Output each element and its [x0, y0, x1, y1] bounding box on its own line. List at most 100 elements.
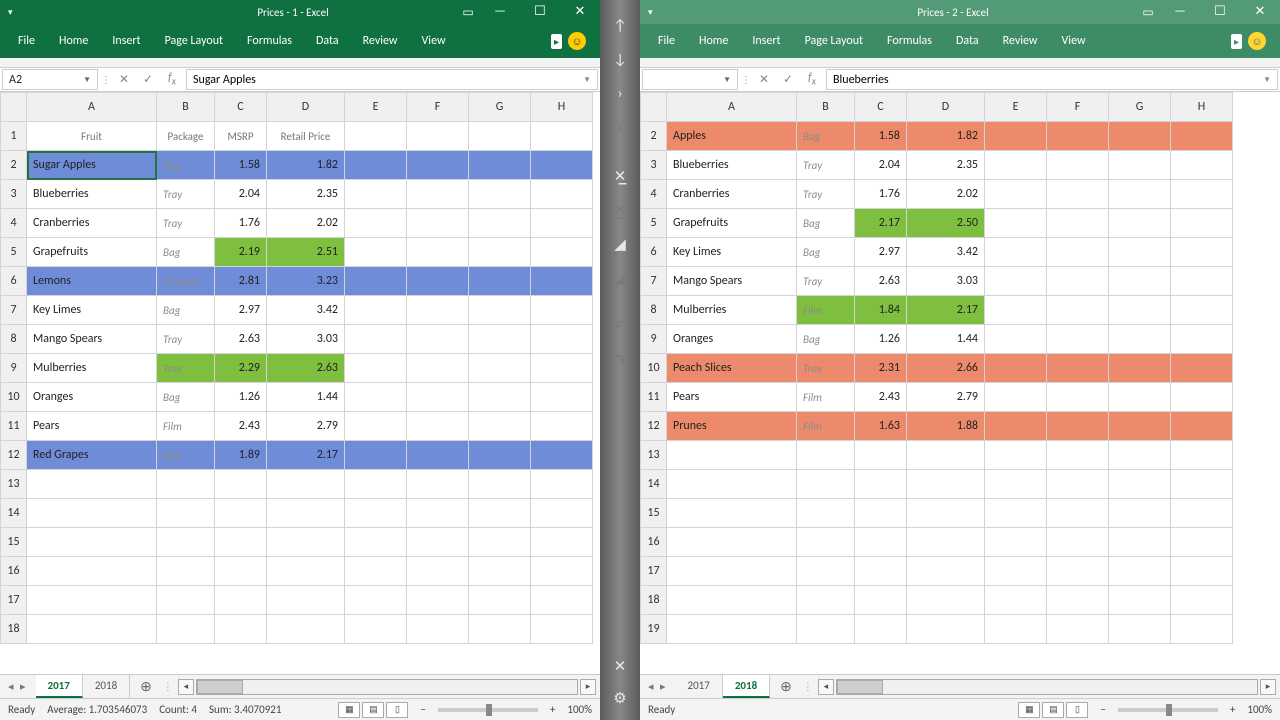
row-header-1[interactable]: 1	[1, 122, 27, 151]
cell-H18[interactable]	[1171, 586, 1233, 615]
row-header-16[interactable]: 16	[641, 528, 667, 557]
feedback-icon[interactable]: ☺	[568, 32, 586, 50]
cell-F7[interactable]	[407, 296, 469, 325]
cell-B16[interactable]	[797, 528, 855, 557]
cell-D11[interactable]: 2.79	[267, 412, 345, 441]
cell-C2[interactable]: 1.58	[215, 151, 267, 180]
ribbon-tab-view[interactable]: View	[1050, 26, 1098, 56]
name-box[interactable]: A2▼	[2, 69, 98, 90]
cell-A15[interactable]	[27, 528, 157, 557]
formula-input[interactable]: Blueberries▼	[826, 69, 1278, 90]
cell-D2[interactable]: 1.82	[267, 151, 345, 180]
cell-H7[interactable]	[531, 296, 593, 325]
ribbon-tab-insert[interactable]: Insert	[100, 26, 152, 56]
cell-F9[interactable]	[1047, 325, 1109, 354]
cell-B17[interactable]	[797, 557, 855, 586]
scroll-right-icon[interactable]: ▸	[1260, 679, 1276, 695]
cell-A6[interactable]: Lemons	[27, 267, 157, 296]
cell-E17[interactable]	[985, 557, 1047, 586]
row-header-19[interactable]: 19	[641, 615, 667, 644]
cell-B13[interactable]	[157, 470, 215, 499]
qat-customize-icon[interactable]: ▾	[648, 7, 653, 18]
cell-A10[interactable]: Oranges	[27, 383, 157, 412]
cell-B6[interactable]: Wrapper	[157, 267, 215, 296]
cell-G3[interactable]	[469, 180, 531, 209]
chevron-down-icon[interactable]: ▼	[723, 75, 731, 85]
cell-D14[interactable]	[267, 499, 345, 528]
horizontal-scrollbar[interactable]: ◂ ▸	[814, 679, 1280, 695]
cell-A16[interactable]	[667, 528, 797, 557]
cell-C8[interactable]: 2.63	[215, 325, 267, 354]
column-header-A[interactable]: A	[27, 93, 157, 122]
cell-E3[interactable]	[345, 180, 407, 209]
header-cell-E[interactable]	[345, 122, 407, 151]
view-mode-buttons[interactable]: ▦ ▤ ▯	[338, 702, 408, 718]
cell-E12[interactable]	[985, 412, 1047, 441]
cell-E14[interactable]	[345, 499, 407, 528]
page-layout-icon[interactable]: ▤	[1042, 702, 1064, 718]
ribbon-options-icon[interactable]: ▭	[456, 5, 480, 20]
cell-B3[interactable]: Tray	[157, 180, 215, 209]
cell-A12[interactable]: Red Grapes	[27, 441, 157, 470]
cell-D15[interactable]	[267, 528, 345, 557]
column-header-B[interactable]: B	[157, 93, 215, 122]
cell-H4[interactable]	[1171, 180, 1233, 209]
cell-F12[interactable]	[1047, 412, 1109, 441]
ribbon-tab-home[interactable]: Home	[47, 26, 100, 56]
cell-B10[interactable]: Tray	[797, 354, 855, 383]
cell-F8[interactable]	[407, 325, 469, 354]
cell-E2[interactable]	[345, 151, 407, 180]
cell-C17[interactable]	[855, 557, 907, 586]
cell-D10[interactable]: 2.66	[907, 354, 985, 383]
cell-E16[interactable]	[345, 557, 407, 586]
cell-G9[interactable]	[1109, 325, 1171, 354]
brush-icon[interactable]: ◢	[606, 230, 634, 258]
titlebar[interactable]: ▾ Prices - 1 - Excel ▭ — ☐ ✕	[0, 0, 600, 24]
normal-view-icon[interactable]: ▦	[1018, 702, 1040, 718]
cell-D8[interactable]: 2.17	[907, 296, 985, 325]
cell-H16[interactable]	[531, 557, 593, 586]
cell-H13[interactable]	[531, 470, 593, 499]
cell-G8[interactable]	[469, 325, 531, 354]
cell-B11[interactable]: Film	[797, 383, 855, 412]
cell-H2[interactable]	[531, 151, 593, 180]
qat-customize-icon[interactable]: ▾	[8, 7, 13, 18]
cell-F6[interactable]	[1047, 238, 1109, 267]
cell-A19[interactable]	[667, 615, 797, 644]
cell-F10[interactable]	[1047, 354, 1109, 383]
cell-C5[interactable]: 2.19	[215, 238, 267, 267]
close-compare-icon[interactable]: ✕	[606, 652, 634, 680]
column-header-C[interactable]: C	[855, 93, 907, 122]
collapse-ribbon-icon[interactable]: ▸	[1231, 34, 1242, 49]
cell-E4[interactable]	[985, 180, 1047, 209]
cell-A7[interactable]: Key Limes	[27, 296, 157, 325]
header-cell-H[interactable]	[531, 122, 593, 151]
cell-F9[interactable]	[407, 354, 469, 383]
cell-F4[interactable]	[1047, 180, 1109, 209]
cell-A13[interactable]	[667, 441, 797, 470]
row-header-4[interactable]: 4	[641, 180, 667, 209]
cell-A14[interactable]	[27, 499, 157, 528]
column-header-H[interactable]: H	[1171, 93, 1233, 122]
cell-F2[interactable]	[1047, 122, 1109, 151]
cell-H14[interactable]	[531, 499, 593, 528]
cell-G16[interactable]	[1109, 528, 1171, 557]
cell-F12[interactable]	[407, 441, 469, 470]
cell-G2[interactable]	[469, 151, 531, 180]
cell-F7[interactable]	[1047, 267, 1109, 296]
cell-B15[interactable]	[797, 499, 855, 528]
cell-G11[interactable]	[1109, 383, 1171, 412]
cell-B14[interactable]	[797, 470, 855, 499]
cell-A9[interactable]: Mulberries	[27, 354, 157, 383]
ribbon-tab-review[interactable]: Review	[351, 26, 410, 56]
cell-C14[interactable]	[855, 470, 907, 499]
cell-B7[interactable]: Tray	[797, 267, 855, 296]
cell-H15[interactable]	[1171, 499, 1233, 528]
spreadsheet-grid[interactable]: ABCDEFGH2ApplesBag1.581.823BlueberriesTr…	[640, 92, 1280, 674]
cell-F11[interactable]	[1047, 383, 1109, 412]
cell-C5[interactable]: 2.17	[855, 209, 907, 238]
cell-A13[interactable]	[27, 470, 157, 499]
sheet-tab-2017[interactable]: 2017	[36, 675, 83, 698]
cell-H13[interactable]	[1171, 441, 1233, 470]
row-header-7[interactable]: 7	[641, 267, 667, 296]
